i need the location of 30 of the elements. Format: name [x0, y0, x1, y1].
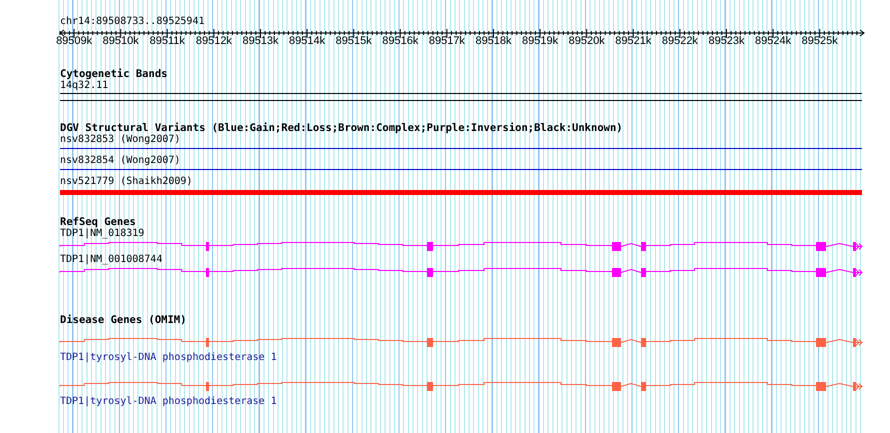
gene-label: TDP1|NM_001008744 — [60, 254, 162, 266]
axis-label: 89523k — [708, 35, 745, 47]
axis-label: 89518k — [475, 35, 512, 47]
gene-label: TDP1|tyrosyl-DNA phosphodiesterase 1 — [60, 396, 277, 408]
axis-label: 89515k — [336, 35, 372, 47]
axis-label: 89519k — [522, 35, 558, 47]
axis-label: 89525k — [802, 35, 838, 47]
axis-label: 89516k — [382, 35, 418, 47]
axis-label: 89511k — [150, 35, 185, 47]
axis-label: 89522k — [662, 35, 698, 47]
variant-label: nsv832853 (Wong2007) — [60, 134, 180, 146]
axis-label: 89521k — [615, 35, 652, 47]
variant-label: nsv832854 (Wong2007) — [60, 155, 180, 167]
track-title: RefSeq Genes — [60, 216, 136, 228]
location-title: chr14:89508733..89525941 — [60, 16, 204, 28]
track-title: Cytogenetic Bands — [60, 68, 168, 80]
axis-label: 89520k — [568, 35, 605, 47]
axis-label: 89512k — [196, 35, 232, 47]
variant-label: nsv521779 (Shaikh2009) — [60, 176, 192, 188]
axis-label: 89510k — [102, 35, 139, 47]
band-label: 14q32.11 — [60, 80, 108, 92]
track-title: DGV Structural Variants (Blue:Gain;Red:Loss;Brown:Complex;Purple:Inversion;Black:Unknown) — [60, 122, 623, 134]
axis-label: 89509k — [56, 35, 92, 47]
gene-label: TDP1|tyrosyl-DNA phosphodiesterase 1 — [60, 352, 277, 364]
axis-label: 89513k — [242, 35, 279, 47]
track-title: Disease Genes (OMIM) — [60, 314, 186, 326]
gene-label: TDP1|NM_018319 — [60, 228, 144, 240]
axis-label: 89517k — [428, 35, 465, 47]
axis-label: 89524k — [755, 35, 792, 47]
axis-label: 89514k — [289, 35, 326, 47]
